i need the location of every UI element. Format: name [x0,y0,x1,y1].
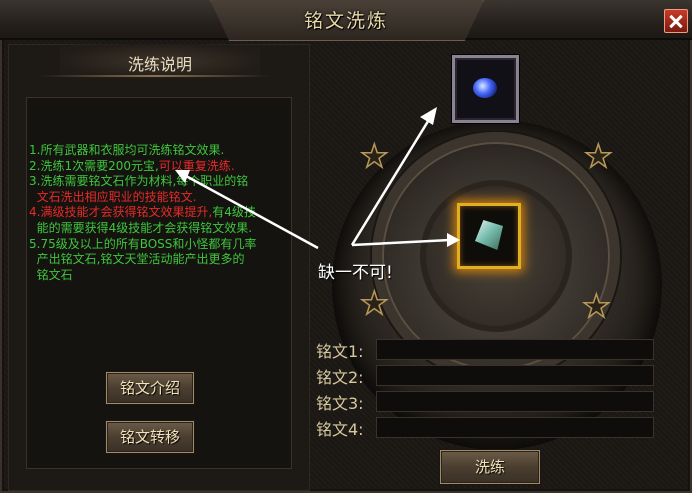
refine-button[interactable]: 洗练 [440,450,540,484]
inscription-field-1 [376,339,654,360]
inscription-field-2 [376,365,654,386]
inscription-field-4 [376,417,654,438]
slot-label: 铭文4: [316,420,364,439]
refine-window: 铭文洗炼 洗练说明 1.所有武器和衣服均可洗练铭文效果. 2.洗练1次需要200元… [0,0,692,493]
slot-label: 铭文2: [316,368,364,387]
annotation-text: 缺一不可! [318,263,393,283]
inscription-field-3 [376,391,654,412]
slot-label: 铭文3: [316,394,364,413]
slot-label: 铭文1: [316,342,364,361]
